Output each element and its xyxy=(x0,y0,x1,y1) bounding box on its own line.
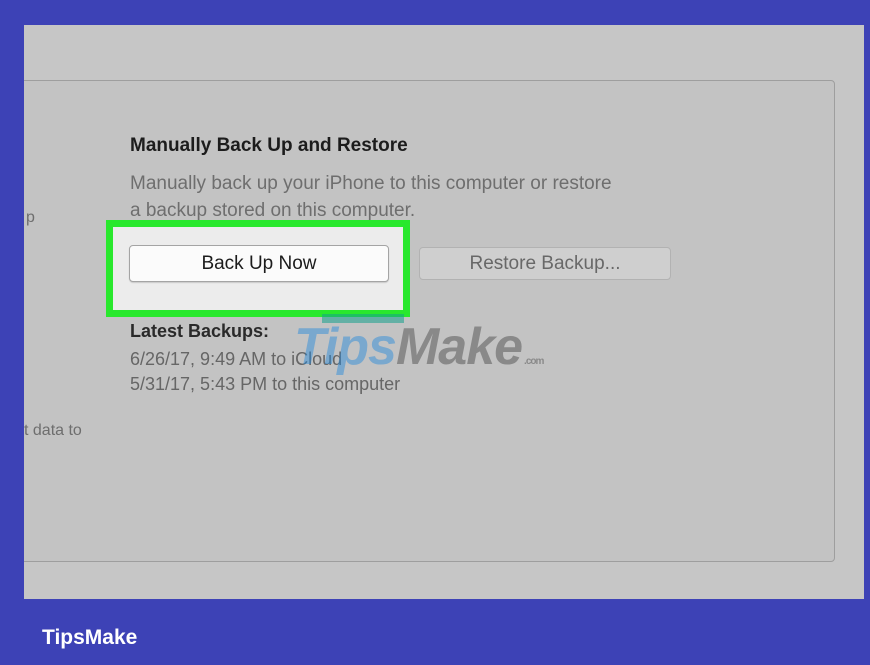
latest-backups-title: Latest Backups: xyxy=(130,321,270,341)
sidebar-text-fragment: p xyxy=(26,209,35,226)
itunes-backup-screen: p t data to Manually Back Up and Restore… xyxy=(24,25,864,599)
back-up-now-button[interactable]: Back Up Now xyxy=(129,245,389,282)
latest-backups-list: 6/26/17, 9:49 AM to iCloud 5/31/17, 5:43… xyxy=(130,347,400,397)
backup-entry: 6/26/17, 9:49 AM to iCloud xyxy=(130,349,343,369)
section-description: Manually back up your iPhone to this com… xyxy=(130,170,790,224)
section-title: Manually Back Up and Restore xyxy=(130,135,408,156)
footer-brand: TipsMake xyxy=(42,626,138,649)
restore-backup-button[interactable]: Restore Backup... xyxy=(419,247,671,280)
sidebar-text-fragment: t data to xyxy=(24,422,82,439)
watermark-bar xyxy=(322,314,404,323)
section-description-line: Manually back up your iPhone to this com… xyxy=(130,173,612,194)
backup-entry: 5/31/17, 5:43 PM to this computer xyxy=(130,374,401,394)
